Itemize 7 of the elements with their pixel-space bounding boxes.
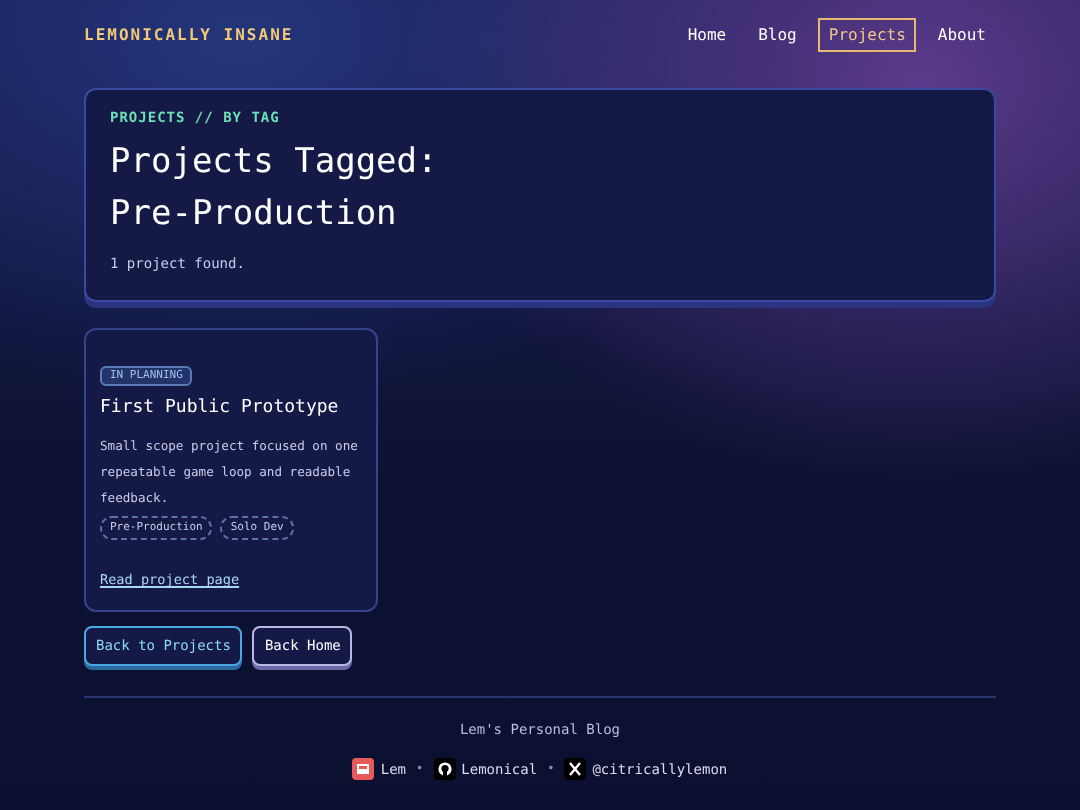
nav-link[interactable]: Projects <box>818 18 916 52</box>
project-title: First Public Prototype <box>100 398 341 418</box>
nav-link[interactable]: Home <box>677 18 737 52</box>
site-logo[interactable]: LEMONICALLY INSANE <box>84 26 294 44</box>
nav-link[interactable]: Blog <box>748 18 807 52</box>
page-title: Projects Tagged: Pre-Production <box>110 140 440 238</box>
nav-link[interactable]: About <box>927 18 996 52</box>
